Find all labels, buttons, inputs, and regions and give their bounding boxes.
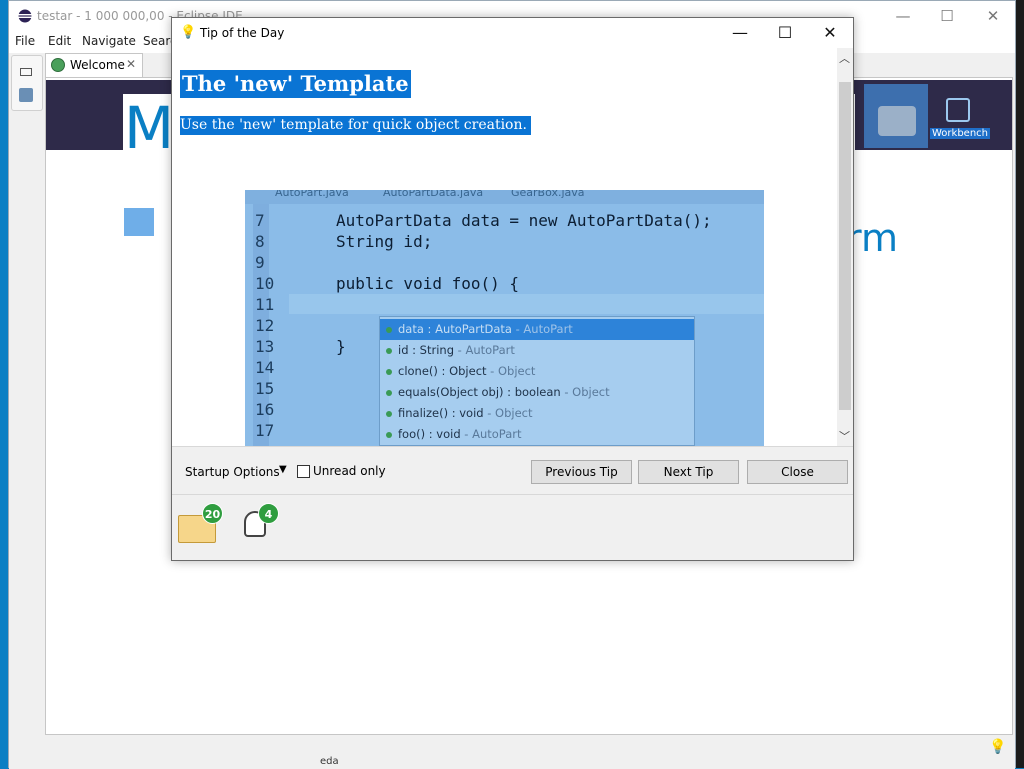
line-number: 12 — [255, 316, 275, 335]
play-icon — [946, 98, 970, 122]
code-line: AutoPartData data = new AutoPartData(); — [336, 211, 712, 230]
line-number: 10 — [255, 274, 275, 293]
code-tab: AutoPartData.java — [383, 190, 484, 199]
autocomplete-popup: data : AutoPartData - AutoPart id : Stri… — [379, 316, 695, 446]
workbench-tile[interactable]: Workbench — [930, 88, 990, 146]
dialog-title-bar: 💡 Tip of the Day — ☐ ✕ — [172, 18, 853, 48]
unread-only-label: Unread only — [313, 464, 386, 478]
welcome-heading-partial: M — [124, 94, 175, 162]
line-number: 14 — [255, 358, 275, 377]
dropdown-arrow-icon[interactable]: ▼ — [279, 464, 287, 475]
dialog-button-bar: Startup Options ▼ Unread only Previous T… — [172, 446, 853, 494]
status-bar: 💡 — [9, 735, 1015, 769]
vertical-scrollbar[interactable]: ︿ ﹀ — [837, 48, 853, 446]
tip-content: The 'new' Template Use the 'new' templat… — [172, 48, 837, 446]
code-tab: AutoPart.java — [275, 190, 349, 199]
maximize-button[interactable]: ☐ — [927, 5, 967, 27]
item-qualifier: - AutoPart — [460, 427, 522, 441]
menu-file[interactable]: File — [15, 34, 35, 48]
field-icon — [386, 348, 392, 354]
dialog-close-button[interactable]: ✕ — [808, 21, 852, 45]
workbench-label: Workbench — [930, 128, 990, 139]
line-number: 11 — [255, 295, 275, 314]
tab-welcome[interactable]: Welcome ✕ — [45, 53, 143, 77]
startup-options-label[interactable]: Startup Options — [185, 465, 280, 479]
taskbar-item: eda — [320, 756, 339, 767]
code-tab: GearBox.java — [511, 190, 585, 199]
line-number: 15 — [255, 379, 275, 398]
autocomplete-item: id : String - AutoPart — [380, 340, 694, 361]
item-text: data : AutoPartData — [398, 322, 512, 336]
unread-only-checkbox[interactable] — [297, 465, 310, 478]
method-icon — [386, 432, 392, 438]
item-qualifier: - Object — [483, 406, 533, 420]
tip-body: Use the 'new' template for quick object … — [180, 116, 531, 135]
current-line-highlight — [289, 294, 764, 314]
close-window-button[interactable]: ✕ — [973, 5, 1013, 27]
welcome-icon — [51, 58, 65, 72]
item-qualifier: - AutoPart — [454, 343, 515, 357]
method-icon — [386, 369, 392, 375]
overview-icon[interactable] — [124, 208, 154, 236]
item-text: foo() : void — [398, 427, 461, 441]
tip-sources-area: 20 4 — [172, 494, 853, 560]
method-icon — [386, 390, 392, 396]
briefcase-icon — [878, 106, 916, 136]
scroll-down-icon[interactable]: ﹀ — [839, 428, 850, 444]
dialog-title: Tip of the Day — [200, 26, 285, 40]
line-number: 17 — [255, 421, 275, 440]
code-editor-tabs: AutoPart.java AutoPartData.java GearBox.… — [245, 190, 764, 204]
item-text: id : String — [398, 343, 455, 357]
menu-navigate[interactable]: Navigate — [82, 34, 136, 48]
item-text: equals(Object obj) : boolean — [398, 385, 561, 399]
item-qualifier: - Object — [560, 385, 610, 399]
close-tab-icon[interactable]: ✕ — [126, 57, 136, 71]
tip-heading: The 'new' Template — [180, 70, 411, 98]
item-qualifier: - AutoPart — [511, 322, 573, 336]
tip-lightbulb-icon[interactable]: 💡 — [989, 739, 1006, 755]
menu-edit[interactable]: Edit — [48, 34, 71, 48]
eclipse-logo-icon — [18, 9, 32, 23]
autocomplete-item: foo() : void - AutoPart — [380, 424, 694, 445]
autocomplete-item: equals(Object obj) : boolean - Object — [380, 382, 694, 403]
method-icon — [386, 411, 392, 417]
code-line: public void foo() { — [336, 274, 520, 293]
line-number: 7 — [255, 211, 265, 230]
scroll-up-icon[interactable]: ︿ — [839, 50, 850, 66]
tip-of-the-day-dialog: 💡 Tip of the Day — ☐ ✕ The 'new' Templat… — [171, 17, 854, 561]
line-number: 13 — [255, 337, 275, 356]
code-line: } — [336, 337, 346, 356]
line-number: 8 — [255, 232, 265, 251]
dialog-maximize-button[interactable]: ☐ — [763, 21, 807, 45]
autocomplete-item: finalize() : void - Object — [380, 403, 694, 424]
code-line: String id; — [336, 232, 433, 251]
tip-screenshot: AutoPart.java AutoPartData.java GearBox.… — [245, 190, 764, 446]
previous-tip-button[interactable]: Previous Tip — [531, 460, 632, 484]
scroll-thumb[interactable] — [839, 82, 851, 410]
dialog-minimize-button[interactable]: — — [718, 21, 762, 45]
next-tip-button[interactable]: Next Tip — [638, 460, 739, 484]
unread-count-badge: 20 — [202, 503, 223, 524]
lightbulb-icon: 💡 — [180, 25, 197, 40]
package-explorer-icon[interactable] — [19, 88, 33, 102]
samples-tile[interactable] — [864, 84, 928, 148]
close-button[interactable]: Close — [747, 460, 848, 484]
line-number: 16 — [255, 400, 275, 419]
background-strip — [1016, 0, 1024, 768]
item-text: finalize() : void — [398, 406, 484, 420]
item-qualifier: - Object — [486, 364, 536, 378]
tips-count-badge: 4 — [258, 503, 279, 524]
tab-label: Welcome — [70, 58, 125, 72]
left-trim-bar — [11, 55, 43, 111]
minimize-button[interactable]: — — [883, 5, 923, 27]
item-text: clone() : Object — [398, 364, 487, 378]
autocomplete-item: data : AutoPartData - AutoPart — [380, 319, 694, 340]
field-icon — [386, 327, 392, 333]
restore-icon[interactable] — [20, 68, 32, 76]
line-number: 9 — [255, 253, 265, 272]
autocomplete-item: clone() : Object - Object — [380, 361, 694, 382]
